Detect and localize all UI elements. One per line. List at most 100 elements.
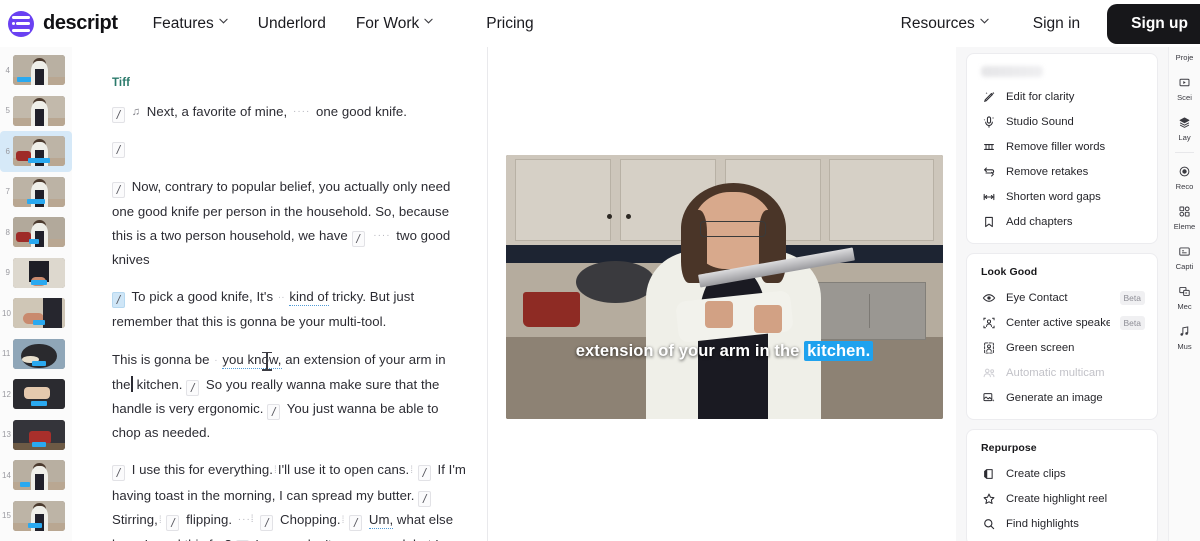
- thumbnail-row[interactable]: 12: [0, 374, 72, 415]
- action-remove-filler-words[interactable]: Remove filler words: [967, 134, 1157, 159]
- thumbnail-row-selected[interactable]: 6: [0, 131, 72, 172]
- scene-thumbnail-rail[interactable]: 4 5 6 7 8 9 10 11 12 13 14 15: [0, 47, 72, 541]
- tool-music[interactable]: Mus: [1169, 317, 1200, 357]
- video-player[interactable]: extension of your arm in the kitchen.: [506, 155, 943, 419]
- scene-marker-icon[interactable]: /: [260, 514, 274, 531]
- action-label: Remove filler words: [1006, 140, 1106, 153]
- thumbnail-image[interactable]: [13, 217, 65, 248]
- transcript-paragraph[interactable]: / To pick a good knife, It's ·· kind of …: [112, 285, 467, 334]
- action-edit-for-clarity[interactable]: Edit for clarity: [967, 84, 1157, 109]
- action-shorten-word-gaps[interactable]: Shorten word gaps: [967, 184, 1157, 209]
- action-label: Add chapters: [1006, 215, 1073, 228]
- thumbnail-image[interactable]: [13, 95, 65, 126]
- scene-marker-icon[interactable]: /: [166, 514, 180, 531]
- transcript-text: I'll use it to open cans.: [277, 462, 410, 478]
- action-generate-an-image[interactable]: Generate an image: [967, 385, 1157, 410]
- scene-marker-icon[interactable]: /: [418, 490, 432, 507]
- media-icon: [1177, 284, 1192, 299]
- thumbnail-row[interactable]: 9: [0, 253, 72, 294]
- action-studio-sound[interactable]: Studio Sound: [967, 109, 1157, 134]
- transcript-paragraph-empty[interactable]: /: [112, 135, 467, 159]
- action-center-active-speaker[interactable]: Center active speaker Beta: [967, 310, 1157, 335]
- thumbnail-row[interactable]: 8: [0, 212, 72, 253]
- transcript-paragraph[interactable]: / ♫ Next, a favorite of mine, ···· one g…: [112, 100, 467, 124]
- scene-marker-icon-highlighted[interactable]: /: [112, 292, 125, 309]
- nav-item-resources[interactable]: Resources: [886, 9, 1004, 39]
- tool-layers[interactable]: Lay: [1169, 108, 1200, 148]
- brand-logo[interactable]: descript: [0, 10, 118, 37]
- scene-marker-icon[interactable]: /: [112, 107, 125, 123]
- thumbnail-row[interactable]: 5: [0, 91, 72, 132]
- scene-marker-icon[interactable]: /: [417, 465, 431, 482]
- scene-marker-icon[interactable]: /: [112, 465, 125, 482]
- word-gap-indicator: ····: [373, 229, 391, 241]
- filler-word[interactable]: you know,: [222, 351, 282, 369]
- thumbnail-image[interactable]: [13, 419, 65, 450]
- microphone-sparkle-icon: [981, 114, 996, 129]
- actions-card-repurpose: Repurpose Create clips Create highlight …: [966, 429, 1158, 541]
- transcript-paragraph[interactable]: / Now, contrary to popular belief, you a…: [112, 175, 467, 272]
- site-header: descript Features Underlord For Work Pri…: [0, 0, 1200, 47]
- tool-record[interactable]: Reco: [1169, 157, 1200, 197]
- filler-word[interactable]: kind of: [289, 289, 329, 307]
- action-create-highlight-reel[interactable]: Create highlight reel: [967, 486, 1157, 511]
- nav-item-features[interactable]: Features: [138, 9, 243, 39]
- brand-name: descript: [43, 12, 118, 34]
- sign-in-link[interactable]: Sign in: [1018, 9, 1095, 39]
- scene-marker-icon[interactable]: /: [112, 182, 125, 199]
- card-title-repurpose: Repurpose: [981, 442, 1037, 454]
- transcript-text: This is gonna be: [112, 351, 210, 367]
- thumbnail-image[interactable]: [13, 55, 65, 86]
- transcript-paragraph-active[interactable]: This is gonna be · you know, an extensio…: [112, 348, 467, 446]
- right-tool-rail[interactable]: Proje Scei Lay Reco Eleme Capti Mec Mus: [1168, 47, 1200, 541]
- scene-marker-icon[interactable]: /: [186, 379, 200, 396]
- action-green-screen[interactable]: Green screen: [967, 335, 1157, 360]
- chevron-down-icon: [424, 18, 433, 27]
- action-create-clips[interactable]: Create clips: [967, 461, 1157, 486]
- scene-marker-icon[interactable]: /: [351, 230, 365, 247]
- thumbnail-image[interactable]: [13, 379, 65, 410]
- thumbnail-row[interactable]: 14: [0, 455, 72, 496]
- thumbnail-image[interactable]: [13, 460, 65, 491]
- nav-item-for-work[interactable]: For Work: [341, 9, 448, 39]
- tool-project[interactable]: Proje: [1169, 51, 1200, 68]
- thumbnail-image[interactable]: [13, 136, 65, 167]
- tool-elements[interactable]: Eleme: [1169, 197, 1200, 237]
- filler-word[interactable]: Um,: [368, 511, 394, 529]
- thumbnail-image[interactable]: [13, 257, 65, 288]
- thumbnail-row[interactable]: 4: [0, 50, 72, 91]
- tool-media[interactable]: Mec: [1169, 277, 1200, 317]
- tool-scenes[interactable]: Scei: [1169, 68, 1200, 108]
- action-add-chapters[interactable]: Add chapters: [967, 209, 1157, 234]
- rail-divider: [1175, 152, 1194, 153]
- thumbnail-row[interactable]: 13: [0, 415, 72, 456]
- word-gap-indicator: ⁞: [158, 514, 162, 526]
- thumbnail-image[interactable]: [13, 298, 65, 329]
- action-find-highlights[interactable]: Find highlights: [967, 511, 1157, 536]
- action-eye-contact[interactable]: Eye Contact Beta: [967, 285, 1157, 310]
- tool-captions[interactable]: Capti: [1169, 237, 1200, 277]
- transcript-paragraph[interactable]: / I use this for everything.⁞I'll use it…: [112, 458, 467, 541]
- thumbnail-image[interactable]: [13, 176, 65, 207]
- scene-marker-icon[interactable]: /: [112, 142, 125, 159]
- thumbnail-row[interactable]: 7: [0, 172, 72, 213]
- tool-label: Reco: [1175, 182, 1194, 191]
- nav-item-underlord[interactable]: Underlord: [243, 9, 341, 39]
- filler-word[interactable]: I mean,: [255, 537, 300, 541]
- thumbnail-image[interactable]: [13, 500, 65, 531]
- action-label: Find highlights: [1006, 517, 1079, 530]
- transcript-text: Chopping.: [280, 511, 341, 527]
- thumbnail-row[interactable]: 11: [0, 334, 72, 375]
- scene-marker-icon[interactable]: /: [349, 514, 363, 531]
- transcript-text: Stirring,: [112, 511, 158, 527]
- thumbnail-number: 8: [5, 227, 10, 237]
- sign-up-button[interactable]: Sign up: [1107, 3, 1200, 44]
- scene-marker-icon[interactable]: /: [267, 404, 281, 421]
- thumbnail-row[interactable]: 10: [0, 293, 72, 334]
- layers-icon: [1177, 115, 1192, 130]
- thumbnail-image[interactable]: [13, 338, 65, 369]
- thumbnail-row[interactable]: 15: [0, 496, 72, 537]
- nav-item-pricing[interactable]: Pricing: [471, 9, 548, 39]
- transcript-editor[interactable]: Tiff / ♫ Next, a favorite of mine, ···· …: [72, 47, 487, 541]
- action-remove-retakes[interactable]: Remove retakes: [967, 159, 1157, 184]
